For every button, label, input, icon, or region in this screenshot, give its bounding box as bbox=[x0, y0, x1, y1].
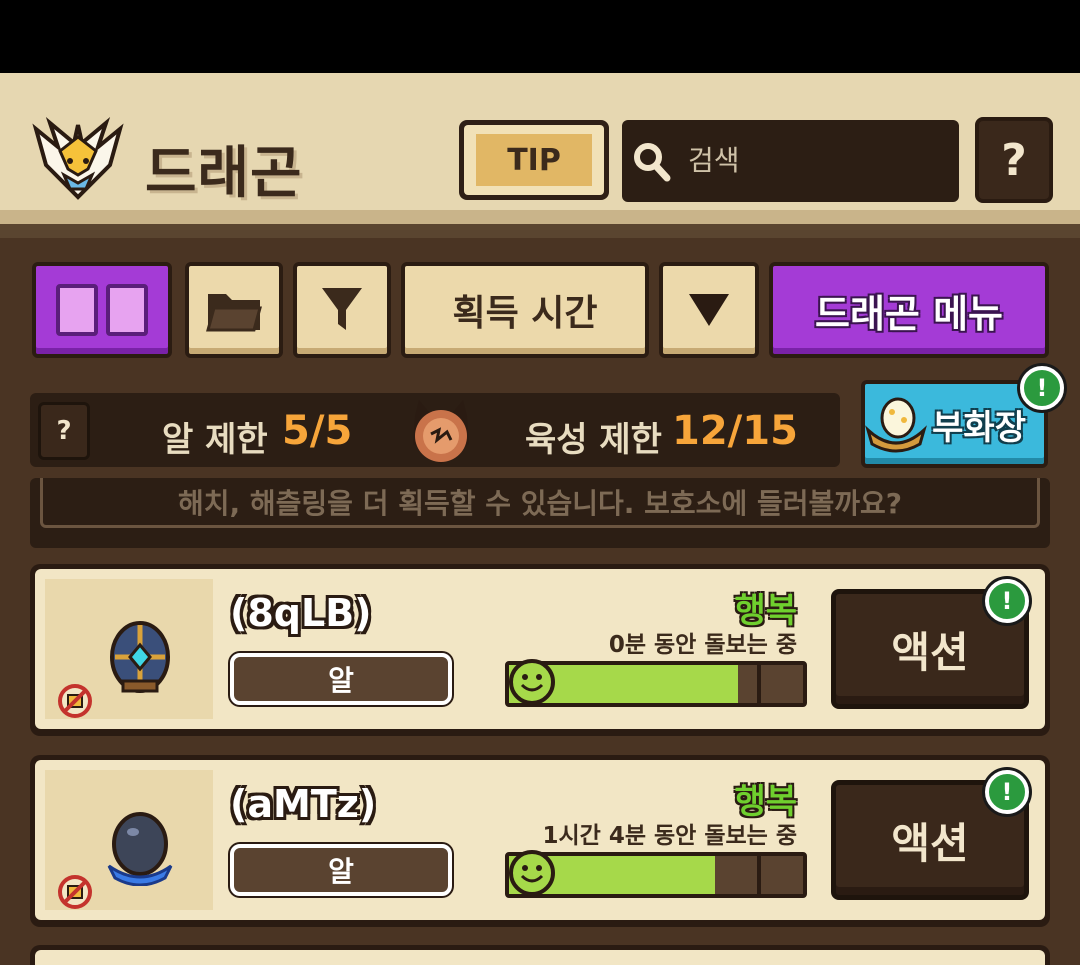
smile-icon bbox=[509, 850, 555, 896]
grid-view-cell bbox=[106, 284, 148, 336]
hatchery-alert-icon: ! bbox=[1036, 374, 1048, 402]
notice-inner: 해치, 해츨링을 더 획득할 수 있습니다. 보호소에 들러볼까요? bbox=[40, 478, 1040, 528]
no-icon bbox=[58, 684, 92, 718]
dragon-type: 알 bbox=[328, 664, 354, 697]
action-alert-icon: ! bbox=[1001, 778, 1013, 806]
dragon-menu-label: 드래곤 메뉴 bbox=[814, 291, 1004, 336]
page-title: 드래곤 bbox=[145, 141, 303, 206]
hatchery-alert-badge: ! bbox=[1020, 366, 1064, 410]
action-alert-icon: ! bbox=[1001, 587, 1013, 615]
help-label: ? bbox=[1001, 134, 1027, 186]
sort-order-button[interactable] bbox=[659, 262, 759, 358]
sort-label: 획득 시간 bbox=[452, 293, 598, 334]
dragon-logo-icon bbox=[32, 117, 124, 200]
dragon-type-pill: 알 bbox=[230, 653, 452, 705]
bar-divider bbox=[757, 856, 761, 894]
no-icon bbox=[58, 875, 92, 909]
egg-limit-value: 5/5 bbox=[282, 408, 353, 454]
dragon-portrait bbox=[45, 770, 213, 910]
dragon-card-face bbox=[35, 950, 1045, 965]
folder-button[interactable] bbox=[185, 262, 283, 358]
status-bar bbox=[0, 0, 1080, 73]
dragon-menu-button[interactable]: 드래곤 메뉴 bbox=[769, 262, 1049, 358]
triangle-down-icon bbox=[689, 294, 729, 326]
dragon-card-face: (8qLB) 알 행복 0분 동안 돌보는 중 액션 ! bbox=[35, 569, 1045, 729]
action-alert-badge: ! bbox=[985, 579, 1029, 623]
filter-icon bbox=[322, 288, 362, 330]
sort-by-acquired-time-button[interactable]: 획득 시간 bbox=[401, 262, 649, 358]
tip-button[interactable]: TIP bbox=[459, 120, 609, 200]
egg-limit-label: 알 제한 bbox=[162, 420, 268, 460]
hatchery-label: 부화장 bbox=[932, 407, 1026, 448]
tip-label: TIP bbox=[476, 134, 592, 186]
care-duration: 0분 동안 돌보는 중 bbox=[608, 632, 797, 658]
limits-help-button[interactable]: ? bbox=[38, 402, 90, 460]
action-label: 액션 bbox=[891, 818, 969, 868]
dragon-name: (8qLB) bbox=[230, 591, 372, 635]
search-icon bbox=[634, 143, 671, 182]
help-button[interactable]: ? bbox=[975, 117, 1053, 203]
dragon-type: 알 bbox=[328, 855, 354, 888]
action-label: 액션 bbox=[891, 627, 969, 677]
folder-icon bbox=[206, 294, 262, 332]
dragon-portrait bbox=[45, 579, 213, 719]
dragon-card[interactable]: (8qLB) 알 행복 0분 동안 돌보는 중 액션 ! bbox=[30, 564, 1050, 736]
egg-icon bbox=[110, 621, 170, 693]
smile-icon bbox=[509, 659, 555, 705]
dragon-card-partial[interactable] bbox=[30, 945, 1050, 965]
dragon-name: (aMTz) bbox=[230, 782, 377, 826]
header-shade bbox=[0, 210, 1080, 224]
nest-egg-icon bbox=[865, 397, 927, 453]
raise-limit-label: 육성 제한 bbox=[525, 420, 662, 460]
raise-limit-value: 12/15 bbox=[672, 408, 798, 454]
search-input[interactable] bbox=[688, 140, 938, 180]
action-alert-badge: ! bbox=[985, 770, 1029, 814]
grid-view-cell bbox=[56, 284, 98, 336]
dragon-emblem-icon bbox=[413, 400, 469, 464]
care-duration: 1시간 4분 동안 돌보는 중 bbox=[542, 823, 797, 849]
filter-button[interactable] bbox=[293, 262, 391, 358]
header-edge bbox=[0, 224, 1080, 238]
grid-view-button[interactable] bbox=[32, 262, 172, 358]
bar-divider bbox=[757, 665, 761, 703]
dragon-card[interactable]: (aMTz) 알 행복 1시간 4분 동안 돌보는 중 액션 ! bbox=[30, 755, 1050, 927]
dragon-card-face: (aMTz) 알 행복 1시간 4분 동안 돌보는 중 액션 ! bbox=[35, 760, 1045, 920]
egg-icon bbox=[107, 812, 173, 886]
limits-help-label: ? bbox=[56, 416, 72, 446]
dragon-type-pill: 알 bbox=[230, 844, 452, 896]
notice-text: 해치, 해츨링을 더 획득할 수 있습니다. 보호소에 들러볼까요? bbox=[178, 486, 902, 520]
